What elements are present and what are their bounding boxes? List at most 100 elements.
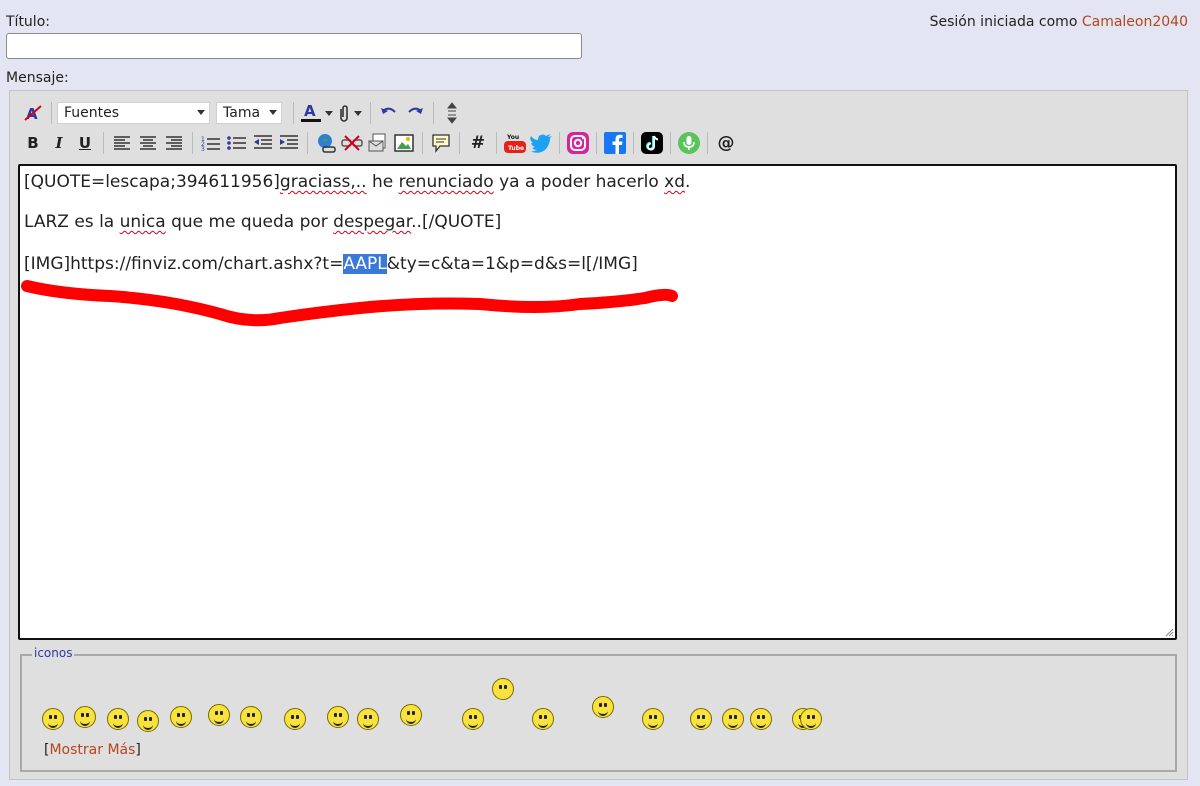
message-editor: A Fuentes Tama A B I U: [9, 90, 1188, 780]
session-username[interactable]: Camaleon2040: [1082, 14, 1188, 30]
hashtag-icon[interactable]: #: [465, 130, 491, 156]
toolbar-row-2: B I U 123 # You Tube @: [20, 129, 739, 157]
chevron-down-icon: [197, 110, 205, 115]
align-left-icon[interactable]: [109, 130, 135, 156]
title-input[interactable]: [6, 33, 582, 59]
smiley-icon[interactable]: [42, 708, 64, 730]
smiley-icon[interactable]: [592, 696, 614, 718]
smiley-mouth: [538, 721, 548, 728]
facebook-icon[interactable]: [602, 130, 628, 156]
smiley-mouth: [468, 721, 478, 728]
smiley-mouth: [80, 719, 90, 726]
resize-toggle-icon[interactable]: [439, 100, 465, 126]
tiktok-icon[interactable]: [639, 130, 665, 156]
smiley-icon[interactable]: [750, 708, 772, 730]
size-select-value: Tama: [223, 105, 261, 121]
font-family-select[interactable]: Fuentes: [57, 102, 210, 124]
session-info: Sesión iniciada como Camaleon2040: [930, 14, 1188, 30]
toolbar-row-1: A Fuentes Tama A: [20, 99, 465, 127]
smiley-mouth: [806, 721, 816, 728]
toolbar-separator: [422, 132, 423, 154]
insert-image-icon[interactable]: [391, 130, 417, 156]
mention-icon[interactable]: @: [713, 130, 739, 156]
chevron-down-icon: [353, 110, 362, 116]
title-label: Título:: [6, 14, 50, 30]
smiley-icon[interactable]: [400, 704, 422, 726]
undo-icon[interactable]: [376, 100, 402, 126]
toolbar-separator: [459, 132, 460, 154]
smiley-icon[interactable]: [107, 708, 129, 730]
toolbar-separator: [307, 132, 308, 154]
remove-format-icon[interactable]: A: [20, 100, 46, 126]
smiley-icon[interactable]: [642, 708, 664, 730]
svg-text:3: 3: [201, 146, 205, 151]
bold-icon[interactable]: B: [20, 130, 46, 156]
ordered-list-icon[interactable]: 123: [198, 130, 224, 156]
smiley-icon[interactable]: [170, 706, 192, 728]
show-more: [Mostrar Más]: [44, 742, 141, 758]
message-label: Mensaje:: [6, 70, 69, 86]
red-underline-annotation: [21, 280, 678, 327]
smiley-mouth: [756, 721, 766, 728]
smiley-mouth: [113, 721, 123, 728]
smiley-icon[interactable]: [240, 706, 262, 728]
smiley-icon[interactable]: [74, 706, 96, 728]
quote-icon[interactable]: [428, 130, 454, 156]
redo-icon[interactable]: [402, 100, 428, 126]
toolbar-separator: [192, 132, 193, 154]
message-textarea[interactable]: [QUOTE=lescapa;394611956]graciass,.. he …: [18, 164, 1177, 640]
toolbar-separator: [670, 132, 671, 154]
instagram-icon[interactable]: [565, 130, 591, 156]
align-center-icon[interactable]: [135, 130, 161, 156]
resize-grip-icon[interactable]: [1164, 627, 1174, 637]
smiley-mouth: [214, 717, 224, 724]
smiley-icon[interactable]: [208, 704, 230, 726]
smiley-icon[interactable]: [532, 708, 554, 730]
smiley-mouth: [48, 721, 58, 728]
smiley-icon[interactable]: [722, 708, 744, 730]
smiley-mouth: [406, 717, 416, 724]
smiley-mouth: [333, 719, 343, 726]
font-color-icon[interactable]: A: [299, 100, 333, 126]
twitter-icon[interactable]: [528, 130, 554, 156]
smiley-mouth: [648, 721, 658, 728]
smiley-icon[interactable]: [357, 708, 379, 730]
unordered-list-icon[interactable]: [224, 130, 250, 156]
smiley-mouth: [176, 719, 186, 726]
smiley-mouth: [696, 721, 706, 728]
smiley-mouth: [598, 709, 608, 716]
toolbar-separator: [433, 102, 434, 124]
icons-panel: iconos [Mostrar Más]: [20, 646, 1177, 772]
italic-icon[interactable]: I: [46, 130, 72, 156]
smiley-icon[interactable]: [327, 706, 349, 728]
toolbar-separator: [370, 102, 371, 124]
svg-text:You: You: [506, 134, 519, 141]
toolbar-separator: [293, 102, 294, 124]
align-right-icon[interactable]: [161, 130, 187, 156]
font-size-select[interactable]: Tama: [216, 102, 282, 124]
insert-link-icon[interactable]: [313, 130, 339, 156]
insert-email-icon[interactable]: [365, 130, 391, 156]
youtube-icon[interactable]: You Tube: [502, 130, 528, 156]
smiley-mouth: [728, 721, 738, 728]
smiley-icon[interactable]: [462, 708, 484, 730]
podcast-icon[interactable]: [676, 130, 702, 156]
underline-icon[interactable]: U: [72, 130, 98, 156]
toolbar-separator: [633, 132, 634, 154]
attach-icon[interactable]: [333, 100, 365, 126]
smiley-icon[interactable]: [690, 708, 712, 730]
outdent-icon[interactable]: [250, 130, 276, 156]
toolbar-separator: [103, 132, 104, 154]
chevron-down-icon: [269, 110, 277, 115]
smiley-mouth: [246, 719, 256, 726]
show-more-link[interactable]: Mostrar Más: [49, 742, 135, 758]
smiley-icon[interactable]: [800, 708, 822, 730]
smiley-mouth: [290, 721, 300, 728]
smiley-icon[interactable]: [137, 710, 159, 732]
icons-legend: iconos: [32, 646, 75, 660]
smiley-icon[interactable]: [284, 708, 306, 730]
smiley-icon[interactable]: [492, 678, 514, 700]
indent-icon[interactable]: [276, 130, 302, 156]
unlink-icon[interactable]: [339, 130, 365, 156]
svg-text:Tube: Tube: [508, 145, 524, 152]
